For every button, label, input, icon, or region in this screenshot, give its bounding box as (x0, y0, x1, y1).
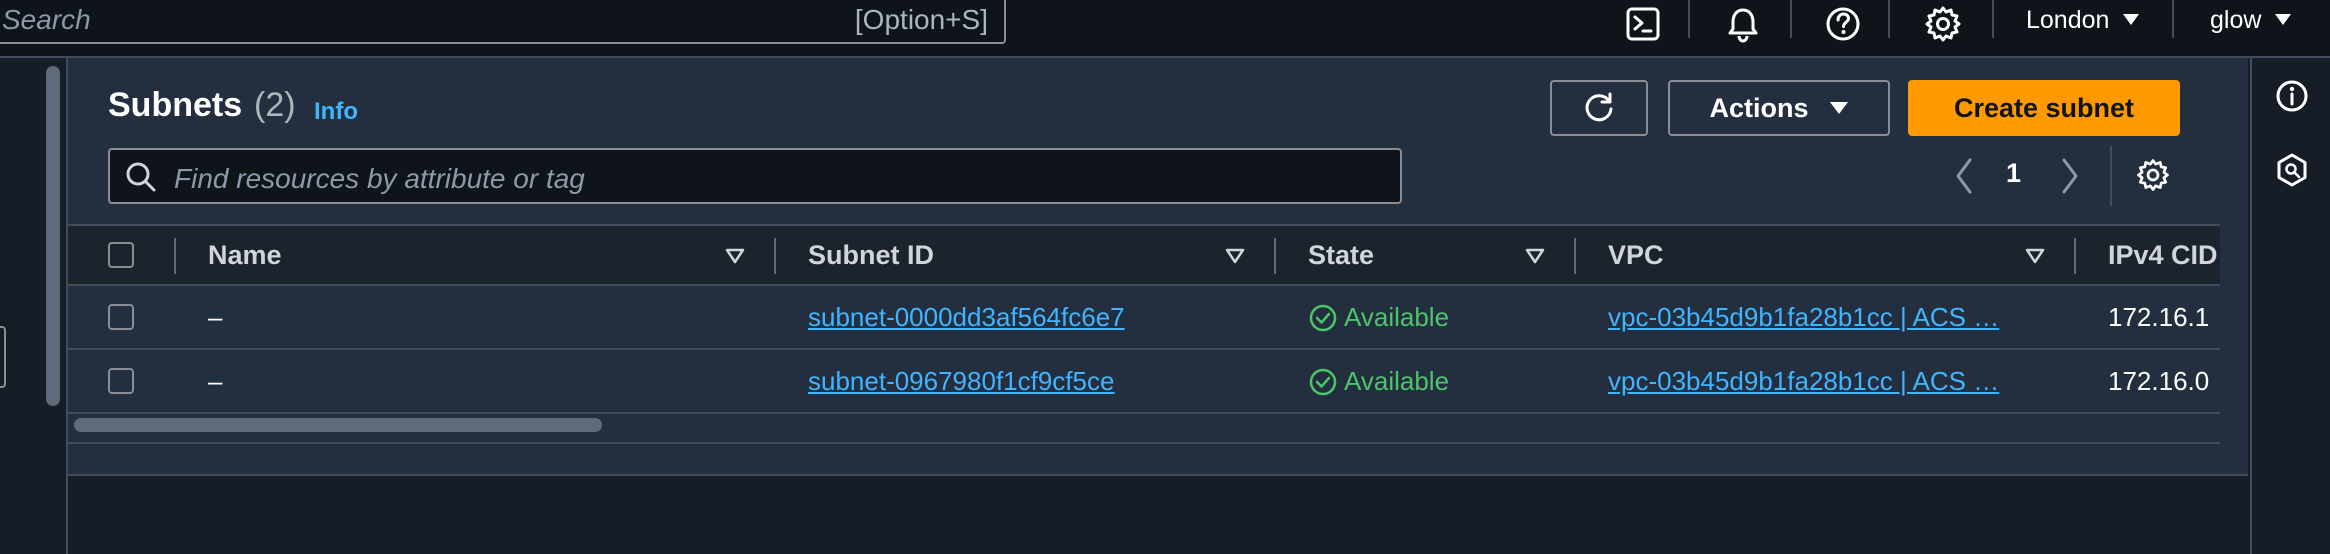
vpc-link[interactable]: vpc-03b45d9b1fa28b1cc | ACS … (1608, 366, 1999, 397)
table-preferences-icon[interactable] (2134, 156, 2172, 194)
cloudshell-icon[interactable] (1622, 4, 1664, 46)
vertical-scrollbar[interactable] (46, 66, 60, 406)
nav-divider (1888, 0, 1890, 38)
lower-content-area (68, 476, 2248, 554)
vpc-link[interactable]: vpc-03b45d9b1fa28b1cc | ACS … (1608, 302, 1999, 333)
current-page-number[interactable]: 1 (2006, 158, 2021, 189)
column-header-ipv4-cidr[interactable]: IPv4 CID (2108, 240, 2218, 271)
sort-icon[interactable] (1224, 246, 1246, 266)
actions-label: Actions (1709, 92, 1809, 123)
top-navigation-bar: Search [Option+S] London glow (0, 0, 2330, 58)
horizontal-scrollbar[interactable] (74, 418, 602, 432)
settings-icon[interactable] (1922, 4, 1964, 46)
sort-icon[interactable] (1524, 246, 1546, 266)
region-label: London (2026, 6, 2110, 34)
subnet-id-link[interactable]: subnet-0967980f1cf9cf5ce (808, 366, 1114, 397)
search-placeholder: Search (2, 4, 91, 35)
subnets-panel: Subnets (2) Info Actions Create subnet F… (68, 58, 2248, 476)
caret-down-icon (1829, 102, 1848, 114)
sort-icon[interactable] (724, 246, 746, 266)
ipv4-cidr-value: 172.16.1 (2108, 302, 2210, 332)
refresh-icon (1585, 92, 1613, 122)
create-subnet-button[interactable]: Create subnet (1908, 80, 2180, 136)
column-divider (2074, 238, 2076, 274)
row-checkbox[interactable] (108, 368, 134, 394)
subnet-state: Available (1308, 302, 1449, 333)
column-divider (1274, 238, 1276, 274)
info-panel-icon[interactable] (2274, 78, 2310, 114)
account-label: glow (2210, 6, 2262, 34)
bell-icon[interactable] (1722, 4, 1764, 46)
chevron-down-icon (2123, 14, 2140, 25)
nav-divider (1790, 0, 1792, 38)
right-utility-rail (2250, 58, 2330, 554)
pager-divider (2110, 146, 2112, 206)
column-divider (774, 238, 776, 274)
page-title: Subnets (108, 86, 243, 124)
subnet-state: Available (1308, 366, 1449, 397)
filter-placeholder: Find resources by attribute or tag (174, 163, 585, 194)
create-subnet-label: Create subnet (1953, 92, 2135, 123)
table-header: Name Subnet ID State VPC IPv4 CID (68, 224, 2220, 286)
previous-page-icon[interactable] (1952, 156, 1976, 196)
table-bottom-border (68, 442, 2220, 444)
account-menu[interactable]: glow (2210, 6, 2292, 35)
nav-divider (1992, 0, 1994, 38)
subnet-id-link[interactable]: subnet-0000dd3af564fc6e7 (808, 302, 1125, 333)
collapsed-nav-toggle[interactable] (0, 326, 6, 388)
table-row[interactable]: – subnet-0000dd3af564fc6e7 Available vpc… (68, 286, 2220, 350)
subnet-name: – (208, 302, 223, 332)
column-header-subnet-id[interactable]: Subnet ID (808, 240, 934, 271)
info-link[interactable]: Info (314, 98, 358, 126)
chevron-down-icon (2275, 14, 2292, 25)
global-search-input[interactable]: Search [Option+S] (0, 0, 1006, 44)
subnet-count: (2) (254, 86, 296, 124)
nav-divider (1688, 0, 1690, 38)
help-icon[interactable] (1822, 4, 1864, 46)
ipv4-cidr-value: 172.16.0 (2108, 366, 2210, 396)
column-header-state[interactable]: State (1308, 240, 1374, 271)
search-shortcut-hint: [Option+S] (854, 4, 988, 35)
search-icon (126, 162, 156, 192)
actions-button[interactable]: Actions (1668, 80, 1890, 136)
column-header-vpc[interactable]: VPC (1608, 240, 1664, 271)
next-page-icon[interactable] (2058, 156, 2082, 196)
region-selector[interactable]: London (2026, 6, 2140, 35)
state-label: Available (1344, 302, 1450, 332)
column-divider (1574, 238, 1576, 274)
sort-icon[interactable] (2024, 246, 2046, 266)
refresh-button[interactable] (1550, 80, 1648, 136)
state-label: Available (1344, 366, 1450, 396)
table-row[interactable]: – subnet-0967980f1cf9cf5ce Available vpc… (68, 350, 2220, 414)
status-available-icon (1309, 304, 1337, 332)
column-header-name[interactable]: Name (208, 240, 282, 271)
assistant-icon[interactable] (2274, 152, 2310, 188)
row-checkbox[interactable] (108, 304, 134, 330)
subnet-name: – (208, 366, 223, 396)
select-all-checkbox[interactable] (108, 242, 134, 268)
status-available-icon (1309, 368, 1337, 396)
resource-filter-input[interactable]: Find resources by attribute or tag (108, 148, 1402, 204)
nav-divider (2172, 0, 2174, 38)
horizontal-scrollbar-track (68, 412, 2220, 436)
column-divider (174, 238, 176, 274)
